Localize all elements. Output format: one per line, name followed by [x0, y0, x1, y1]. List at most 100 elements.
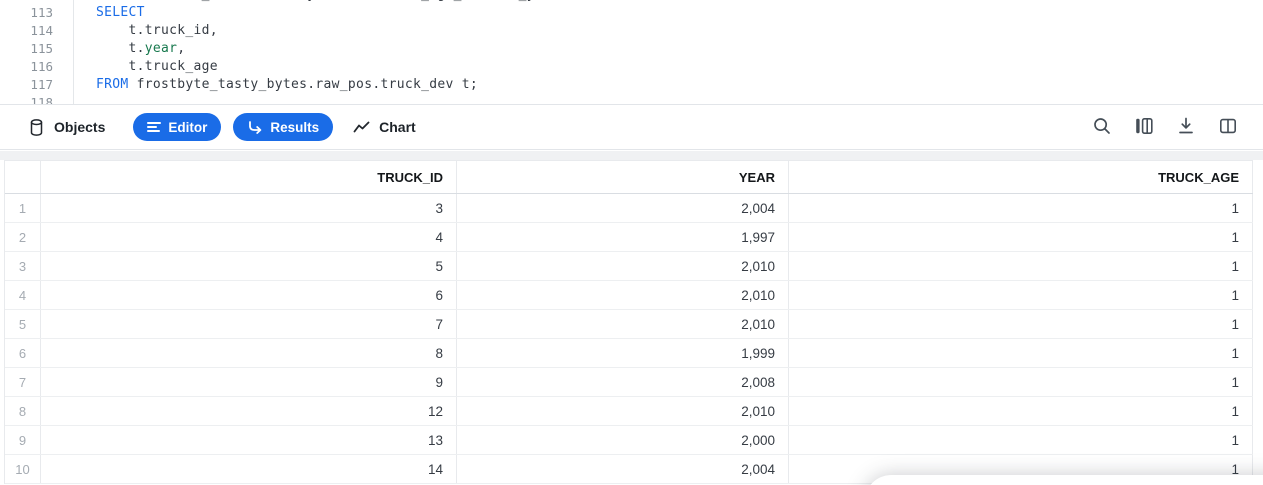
code-token: t.truck_age	[96, 59, 218, 74]
download-button[interactable]	[1173, 114, 1199, 140]
download-icon	[1176, 116, 1196, 139]
cell-truck-id[interactable]: 3	[41, 194, 457, 222]
cell-truck-id[interactable]: 4	[41, 223, 457, 251]
column-header-truck-id[interactable]: TRUCK_ID	[41, 161, 457, 193]
cell-truck-age[interactable]: 1	[789, 426, 1253, 454]
column-header-truck-age[interactable]: TRUCK_AGE	[789, 161, 1253, 193]
table-row: 8 12 2,010 1	[5, 397, 1253, 426]
code-line-113[interactable]: 113 SELECT	[0, 4, 1263, 22]
table-row: 7 9 2,008 1	[5, 368, 1253, 397]
line-number: 115	[30, 41, 53, 56]
cell-truck-age[interactable]: 1	[789, 339, 1253, 367]
code-text: t.year,	[96, 40, 186, 58]
results-tab-button[interactable]: Results	[233, 113, 334, 141]
cell-truck-id[interactable]: 13	[41, 426, 457, 454]
cell-truck-id[interactable]: 7	[41, 310, 457, 338]
row-number-cell[interactable]: 3	[5, 252, 41, 280]
results-panel: TRUCK_ID YEAR TRUCK_AGE 1 3 2,004 1 2 4 1,997 1 3 5 2…	[0, 160, 1263, 485]
table-row: 1 3 2,004 1	[5, 194, 1253, 223]
row-number-cell[interactable]: 9	[5, 426, 41, 454]
floating-widget-shadow	[865, 475, 1263, 485]
cell-truck-id[interactable]: 9	[41, 368, 457, 396]
return-arrow-icon	[247, 120, 263, 134]
toolbar-right-icons	[1089, 114, 1241, 140]
code-token: frostbyte_tasty_bytes.raw_pos.truck_dev …	[128, 77, 478, 92]
code-token: FROM	[96, 77, 129, 92]
cell-truck-id[interactable]: 14	[41, 455, 457, 483]
table-row: 2 4 1,997 1	[5, 223, 1253, 252]
objects-button[interactable]: Objects	[28, 118, 105, 137]
chart-tab-label: Chart	[379, 119, 416, 135]
code-text: FROM frostbyte_tasty_bytes.raw_pos.truck…	[96, 76, 478, 94]
table-row: 4 6 2,010 1	[5, 281, 1253, 310]
row-number-cell[interactable]: 1	[5, 194, 41, 222]
row-number-cell[interactable]: 2	[5, 223, 41, 251]
editor-lines-icon	[147, 120, 162, 134]
code-token: ,	[177, 41, 186, 56]
cell-truck-age[interactable]: 1	[789, 310, 1253, 338]
worksheet-page: (YEAR(CURRENT_DATE()) / t.year) AS truck…	[0, 0, 1263, 485]
code-line-116[interactable]: 116 t.truck_age	[0, 58, 1263, 76]
results-toolbar: Objects Editor Results Chart	[0, 104, 1263, 150]
cell-year[interactable]: 2,010	[457, 310, 789, 338]
code-token: year	[144, 41, 178, 56]
code-line-118[interactable]: 118	[0, 94, 1263, 104]
row-number-header	[5, 161, 41, 193]
row-number-cell[interactable]: 6	[5, 339, 41, 367]
cell-truck-id[interactable]: 5	[41, 252, 457, 280]
search-icon	[1092, 116, 1112, 139]
table-row: 5 7 2,010 1	[5, 310, 1253, 339]
results-tab-label: Results	[270, 119, 320, 135]
cell-year[interactable]: 1,999	[457, 339, 789, 367]
cell-year[interactable]: 2,004	[457, 455, 789, 483]
cell-truck-id[interactable]: 12	[41, 397, 457, 425]
row-number-cell[interactable]: 5	[5, 310, 41, 338]
column-header-year[interactable]: YEAR	[457, 161, 789, 193]
code-token: t.	[96, 41, 145, 56]
cell-year[interactable]: 2,010	[457, 252, 789, 280]
cell-year[interactable]: 2,004	[457, 194, 789, 222]
cell-year[interactable]: 2,008	[457, 368, 789, 396]
row-number-cell[interactable]: 7	[5, 368, 41, 396]
editor-tab-button[interactable]: Editor	[133, 113, 222, 141]
columns-icon	[1134, 116, 1154, 139]
columns-button[interactable]	[1131, 114, 1157, 140]
cell-truck-age[interactable]: 1	[789, 281, 1253, 309]
results-table: TRUCK_ID YEAR TRUCK_AGE 1 3 2,004 1 2 4 1,997 1 3 5 2…	[4, 160, 1253, 484]
cell-truck-id[interactable]: 6	[41, 281, 457, 309]
code-text: t.truck_age	[96, 58, 218, 76]
toolbar-table-gap	[0, 151, 1263, 160]
cell-year[interactable]: 2,000	[457, 426, 789, 454]
table-row: 6 8 1,999 1	[5, 339, 1253, 368]
cell-year[interactable]: 1,997	[457, 223, 789, 251]
cell-truck-id[interactable]: 8	[41, 339, 457, 367]
cell-year[interactable]: 2,010	[457, 281, 789, 309]
cell-truck-age[interactable]: 1	[789, 397, 1253, 425]
code-token: t.truck_id,	[96, 23, 218, 38]
split-panel-button[interactable]	[1215, 114, 1241, 140]
objects-label: Objects	[54, 119, 106, 135]
code-text: SELECT	[96, 4, 145, 22]
code-line-114[interactable]: 114 t.truck_id,	[0, 22, 1263, 40]
cell-truck-age[interactable]: 1	[789, 252, 1253, 280]
cell-truck-age[interactable]: 1	[789, 368, 1253, 396]
line-number: 117	[30, 77, 53, 92]
line-number: 114	[30, 23, 53, 38]
database-icon	[28, 118, 45, 137]
code-line-115[interactable]: 115 t.year,	[0, 40, 1263, 58]
line-number: 116	[30, 59, 53, 74]
cell-truck-age[interactable]: 1	[789, 223, 1253, 251]
line-number: 118	[30, 95, 53, 104]
row-number-cell[interactable]: 4	[5, 281, 41, 309]
row-number-cell[interactable]: 10	[5, 455, 41, 483]
cell-truck-age[interactable]: 1	[789, 194, 1253, 222]
editor-tab-label: Editor	[168, 119, 208, 135]
chart-tab-button[interactable]: Chart	[353, 119, 416, 135]
table-row: 3 5 2,010 1	[5, 252, 1253, 281]
search-button[interactable]	[1089, 114, 1115, 140]
row-number-cell[interactable]: 8	[5, 397, 41, 425]
sql-editor[interactable]: (YEAR(CURRENT_DATE()) / t.year) AS truck…	[0, 0, 1263, 104]
cell-year[interactable]: 2,010	[457, 397, 789, 425]
code-text: t.truck_id,	[96, 22, 218, 40]
code-line-117[interactable]: 117 FROM frostbyte_tasty_bytes.raw_pos.tr…	[0, 76, 1263, 94]
